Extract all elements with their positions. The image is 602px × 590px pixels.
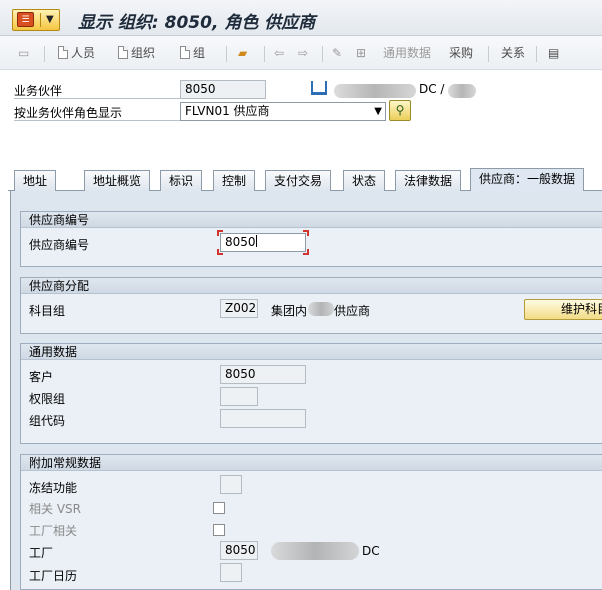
details-icon[interactable]: ▤ [548,44,559,62]
organization-button[interactable]: 组织 [118,44,155,62]
open-folder-icon[interactable]: ▰ [238,44,247,62]
tab-control[interactable]: 控制 [213,170,256,191]
plant-field[interactable]: 8050 [220,541,258,560]
group-code-field[interactable] [220,409,306,428]
plant-related-checkbox[interactable] [213,524,225,536]
factory-calendar-label: 工厂日历 [29,569,78,583]
factory-calendar-field[interactable] [220,563,242,582]
page-title: 显示 组织: 8050, 角色 供应商 [78,13,316,33]
organization-label: 组织 [131,46,156,60]
group-vendor-number: 供应商编号 [20,211,602,267]
authorization-group-field[interactable] [220,387,258,406]
menu-divider [40,13,41,27]
caret-down-icon: ▼ [46,14,54,25]
account-group-description: 集团内 [271,304,308,318]
role-label: 按业务伙伴角色显示 [14,106,123,120]
block-function-field[interactable] [220,475,242,494]
organization-icon [311,81,327,95]
group-button[interactable]: 组 [180,44,205,62]
toggle-panel-icon[interactable]: ▭ [18,44,29,62]
vsr-label: 相关 VSR [29,502,81,516]
new-document-icon [118,46,128,59]
switch-mode-icon[interactable]: ✎ [332,44,342,62]
role-select[interactable]: FLVN01 供应商 ▼ [180,102,386,121]
group-title: 附加常规数据 [21,455,602,471]
focus-marker [217,249,223,255]
group-title: 通用数据 [21,344,602,360]
focus-marker [303,230,309,236]
group-code-label: 组代码 [29,414,66,428]
person-button[interactable]: 人员 [58,44,95,62]
bp-label: 业务伙伴 [14,84,63,98]
redacted-text [308,302,334,316]
title-bar: ☰ ▼ 显示 组织: 8050, 角色 供应商 [0,0,602,36]
account-group-field[interactable]: Z002 [220,299,258,318]
relationships-button[interactable]: 关系 [501,44,525,62]
tab-address-overview[interactable]: 地址概览 [84,170,151,191]
execute-role-button[interactable]: ⚲ [389,100,411,121]
sap-menu-icon: ☰ [17,12,34,27]
person-label: 人员 [71,46,96,60]
purchasing-button[interactable]: 采购 [449,44,473,62]
general-data-button[interactable]: 通用数据 [383,44,431,62]
application-toolbar: ▭ 人员 组织 组 ▰ ⇦ ⇨ ✎ ⊞ 通用数据 采购 关系 ▤ [0,36,602,70]
group-additional-data: 附加常规数据 [20,454,602,590]
text-cursor [255,235,257,247]
focus-marker [303,249,309,255]
block-function-label: 冻结功能 [29,481,78,495]
tab-payment[interactable]: 支付交易 [265,170,332,191]
customer-field[interactable]: 8050 [220,365,306,384]
hierarchy-icon[interactable]: ⊞ [356,44,366,62]
tab-identification[interactable]: 标识 [160,170,203,191]
toolbar-separator [44,46,45,62]
customer-label: 客户 [29,370,54,384]
tab-legal-data[interactable]: 法律数据 [395,170,462,191]
vendor-number-label: 供应商编号 [29,238,90,252]
label-underline [14,98,184,99]
group-general-data: 通用数据 [20,343,602,444]
group-title: 供应商编号 [21,212,602,228]
label-underline [14,120,184,121]
account-group-label: 科目组 [29,304,66,318]
new-document-icon [180,46,190,59]
focus-marker [217,230,223,236]
redacted-text [271,542,359,560]
toolbar-separator [264,46,265,62]
account-group-description-suffix: 供应商 [334,304,371,318]
authorization-group-label: 权限组 [29,392,66,406]
magnifier-icon: ⚲ [395,103,405,117]
bp-description: DC / [419,82,445,96]
plant-related-label: 工厂相关 [29,524,78,538]
redacted-text [448,84,476,98]
redacted-text [334,84,416,98]
system-menu-button[interactable]: ☰ ▼ [12,9,60,31]
new-document-icon [58,46,68,59]
group-label: 组 [193,46,206,60]
vsr-checkbox[interactable] [213,502,225,514]
toolbar-separator [226,46,227,62]
tab-status[interactable]: 状态 [343,170,386,191]
chevron-down-icon: ▼ [374,106,382,117]
plant-label: 工厂 [29,546,54,560]
tab-vendor-general-data[interactable]: 供应商：一般数据 [470,168,585,191]
tab-address[interactable]: 地址 [14,170,57,191]
vendor-number-field[interactable]: 8050 [220,233,306,252]
bp-number-field[interactable]: 8050 [180,80,266,99]
group-title: 供应商分配 [21,278,602,294]
toolbar-separator [536,46,537,62]
role-select-value: FLVN01 供应商 [185,104,270,118]
previous-arrow-icon[interactable]: ⇦ [274,44,284,62]
plant-description: DC [362,544,380,558]
vendor-number-value: 8050 [225,235,256,249]
next-arrow-icon[interactable]: ⇨ [298,44,308,62]
toolbar-separator [322,46,323,62]
toolbar-separator [488,46,489,62]
maintain-account-group-button[interactable]: 维护科目组 [524,299,602,320]
